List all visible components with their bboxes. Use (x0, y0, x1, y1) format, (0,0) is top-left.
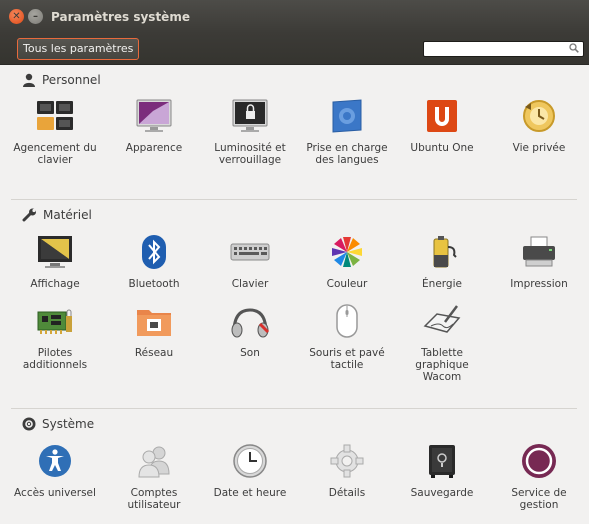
item-language-support[interactable]: Prise en charge des langues (304, 96, 390, 166)
item-label: Affichage (30, 278, 80, 290)
item-label: Bluetooth (128, 278, 180, 290)
drivers-icon (35, 301, 75, 341)
ubuntu-one-icon (422, 96, 462, 136)
separator (11, 199, 577, 200)
search-input[interactable] (427, 42, 567, 56)
search-icon (569, 43, 579, 56)
settings-window: ✕ – Paramètres système Tous les paramètr… (0, 0, 589, 524)
toolbar: Tous les paramètres (0, 33, 589, 65)
item-printer[interactable]: Impression (496, 232, 582, 290)
item-label: Détails (328, 487, 366, 499)
item-label: Luminosité et verrouillage (214, 142, 286, 166)
item-label: Prise en charge des langues (306, 142, 388, 166)
item-label: Agencement du clavier (13, 142, 97, 166)
universal-access-icon (35, 441, 75, 481)
settings-content: Personnel Agencement du clavier Apparenc… (0, 66, 589, 524)
user-accounts-icon (134, 441, 174, 481)
bluetooth-icon (134, 232, 174, 272)
section-title-personnel: Personnel (42, 73, 101, 87)
title-bar: ✕ – Paramètres système (0, 0, 589, 33)
details-gear-icon (327, 441, 367, 481)
management-service-icon (519, 441, 559, 481)
privacy-icon (519, 96, 559, 136)
person-icon (23, 73, 35, 87)
item-details[interactable]: Détails (304, 441, 390, 499)
section-title-systeme: Système (42, 417, 95, 431)
item-label: Vie privée (512, 142, 566, 154)
minimize-window-button[interactable]: – (28, 9, 43, 24)
item-keyboard-layout[interactable]: Agencement du clavier (12, 96, 98, 166)
item-label: Clavier (231, 278, 269, 290)
item-label: Sauvegarde (410, 487, 474, 499)
item-privacy[interactable]: Vie privée (496, 96, 582, 154)
item-label: Son (240, 347, 260, 359)
item-label: Impression (510, 278, 568, 290)
mouse-icon (327, 301, 367, 341)
item-label: Souris et pavé tactile (309, 347, 385, 371)
close-window-button[interactable]: ✕ (9, 9, 24, 24)
item-backup[interactable]: Sauvegarde (399, 441, 485, 499)
item-keyboard[interactable]: Clavier (207, 232, 293, 290)
language-support-icon (327, 96, 367, 136)
item-bluetooth[interactable]: Bluetooth (111, 232, 197, 290)
clock-icon (230, 441, 270, 481)
backup-safe-icon (422, 441, 462, 481)
section-systeme: Système (22, 417, 94, 431)
item-color[interactable]: Couleur (304, 232, 390, 290)
item-brightness-lock[interactable]: Luminosité et verrouillage (207, 96, 293, 166)
printer-icon (519, 232, 559, 272)
item-network[interactable]: Réseau (111, 301, 197, 359)
item-label: Comptes utilisateur (127, 487, 181, 511)
item-mouse-touchpad[interactable]: Souris et pavé tactile (304, 301, 390, 371)
item-universal-access[interactable]: Accès universel (12, 441, 98, 499)
keyboard-layout-icon (35, 96, 75, 136)
item-label: Réseau (134, 347, 174, 359)
brightness-lock-icon (230, 96, 270, 136)
item-date-time[interactable]: Date et heure (207, 441, 293, 499)
item-label: Couleur (326, 278, 368, 290)
item-label: Tablette graphique Wacom (415, 347, 469, 383)
item-wacom-tablet[interactable]: Tablette graphique Wacom (399, 301, 485, 383)
appearance-icon (134, 96, 174, 136)
separator (11, 408, 577, 409)
sound-icon (230, 301, 270, 341)
network-icon (134, 301, 174, 341)
item-label: Pilotes additionnels (22, 347, 88, 371)
item-sound[interactable]: Son (207, 301, 293, 359)
item-label: Date et heure (213, 487, 287, 499)
window-title: Paramètres système (51, 9, 190, 24)
section-personnel: Personnel (22, 73, 101, 87)
color-icon (327, 232, 367, 272)
item-label: Apparence (125, 142, 183, 154)
item-user-accounts[interactable]: Comptes utilisateur (111, 441, 197, 511)
item-additional-drivers[interactable]: Pilotes additionnels (12, 301, 98, 371)
section-title-materiel: Matériel (43, 208, 92, 222)
search-box[interactable] (423, 41, 584, 57)
item-display[interactable]: Affichage (12, 232, 98, 290)
item-power[interactable]: Énergie (399, 232, 485, 290)
display-icon (35, 232, 75, 272)
item-label: Accès universel (14, 487, 96, 499)
item-ubuntu-one[interactable]: Ubuntu One (399, 96, 485, 154)
system-gear-icon (22, 417, 36, 431)
item-label: Énergie (422, 278, 462, 290)
keyboard-icon (230, 232, 270, 272)
item-management-service[interactable]: Service de gestion (496, 441, 582, 511)
wrench-icon (22, 208, 36, 222)
item-appearance[interactable]: Apparence (111, 96, 197, 154)
wacom-tablet-icon (422, 301, 462, 341)
power-icon (422, 232, 462, 272)
item-label: Service de gestion (511, 487, 567, 511)
section-materiel: Matériel (22, 208, 92, 222)
all-settings-button[interactable]: Tous les paramètres (17, 38, 140, 60)
item-label: Ubuntu One (410, 142, 474, 154)
